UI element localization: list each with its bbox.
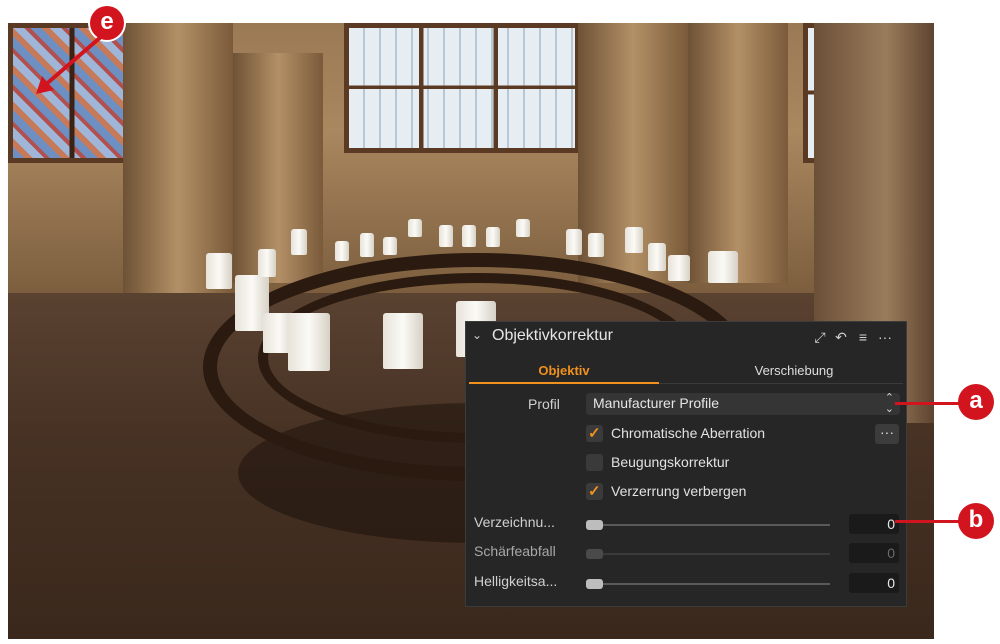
candle: [486, 227, 500, 247]
diffraction-correction-checkbox[interactable]: [586, 454, 603, 471]
reset-icon[interactable]: ↶: [832, 328, 850, 346]
callout-a: a: [958, 384, 994, 420]
light-falloff-value-field[interactable]: 0: [849, 573, 899, 593]
candle: [588, 233, 604, 257]
candle: [335, 241, 349, 261]
callout-b: b: [958, 503, 994, 539]
candle: [462, 225, 476, 247]
pillar-right: [688, 23, 788, 283]
candle: [291, 229, 307, 255]
panel-tabs: Objektiv Verschiebung: [469, 359, 903, 384]
profile-label: Profil: [528, 396, 560, 412]
panel-header: ⌄ Objektivkorrektur ⤢ ↶ ≡ ···: [466, 322, 906, 352]
distortion-slider-track[interactable]: [594, 524, 830, 526]
hide-distortion-label: Verzerrung verbergen: [611, 483, 747, 499]
candle: [383, 237, 397, 255]
candle: [206, 253, 232, 289]
candle: [439, 225, 453, 247]
candle: [625, 227, 643, 253]
candle: [516, 219, 530, 237]
menu-icon[interactable]: ≡: [854, 328, 872, 346]
candle: [566, 229, 582, 255]
checkmark-icon: ✓: [588, 425, 601, 442]
light-falloff-slider-thumb[interactable]: [586, 579, 603, 589]
callout-e-arrow: [36, 34, 104, 94]
candle: [708, 251, 738, 283]
profile-select[interactable]: Manufacturer Profile ⌃ ⌄: [586, 393, 900, 415]
candle: [648, 243, 666, 271]
distortion-slider-label: Verzeichnu...: [474, 514, 555, 530]
lens-correction-panel: ⌄ Objektivkorrektur ⤢ ↶ ≡ ··· Objektiv V…: [465, 321, 907, 607]
callout-a-line: [895, 402, 965, 405]
light-falloff-slider-label: Helligkeitsa...: [474, 573, 558, 589]
distortion-value-field[interactable]: 0: [849, 514, 899, 534]
sharpness-falloff-value-field: 0: [849, 543, 899, 563]
candle: [258, 249, 276, 277]
more-icon[interactable]: ···: [876, 328, 894, 346]
chromatic-aberration-checkbox[interactable]: ✓: [586, 425, 603, 442]
candle: [408, 219, 422, 237]
distortion-value: 0: [887, 516, 895, 532]
panel-title: Objektivkorrektur: [492, 327, 613, 344]
tab-verschiebung[interactable]: Verschiebung: [694, 359, 894, 383]
candle: [383, 313, 423, 369]
candle: [360, 233, 374, 257]
sharpness-falloff-slider-thumb: [586, 549, 603, 559]
checkmark-icon: ✓: [588, 483, 601, 500]
candle: [288, 313, 330, 371]
light-falloff-slider-track[interactable]: [594, 583, 830, 585]
distortion-slider-thumb[interactable]: [586, 520, 603, 530]
light-falloff-value: 0: [887, 575, 895, 591]
sharpness-falloff-slider-label: Schärfeabfall: [474, 543, 556, 559]
chromatic-aberration-more-button[interactable]: ···: [875, 424, 899, 444]
tab-objektiv[interactable]: Objektiv: [469, 359, 659, 384]
updown-chevron-icon: ⌃ ⌄: [884, 392, 894, 415]
expand-icon[interactable]: ⤢: [811, 328, 829, 346]
hide-distortion-checkbox[interactable]: ✓: [586, 483, 603, 500]
chevron-down-icon[interactable]: ⌄: [472, 328, 482, 342]
pillar-mid-left: [233, 53, 323, 283]
profile-select-value: Manufacturer Profile: [593, 395, 720, 411]
window-center: [344, 23, 580, 153]
candle: [668, 255, 690, 281]
diffraction-correction-label: Beugungskorrektur: [611, 454, 730, 470]
callout-b-line: [895, 520, 965, 523]
sharpness-falloff-slider-track: [594, 553, 830, 555]
chromatic-aberration-label: Chromatische Aberration: [611, 425, 766, 441]
sharpness-falloff-value: 0: [887, 545, 895, 561]
